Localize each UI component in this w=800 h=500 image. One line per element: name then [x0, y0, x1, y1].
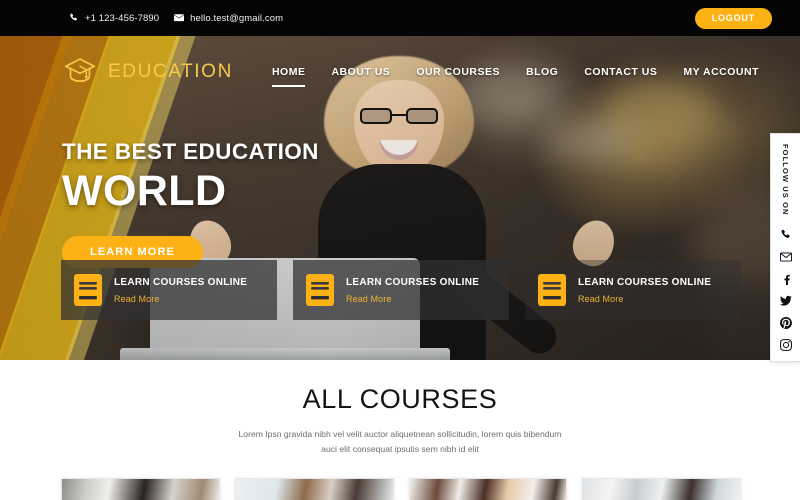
- course-card-image: [409, 479, 567, 500]
- phone-icon[interactable]: [779, 229, 792, 242]
- nav-item-about-us[interactable]: ABOUT US: [318, 66, 403, 78]
- section-subtitle: Lorem Ipsn gravida nibh vel velit auctor…: [238, 429, 562, 455]
- nav-item-contact-us[interactable]: CONTACT US: [571, 66, 670, 78]
- hero-headline-main: WORLD: [62, 166, 227, 215]
- nav-item-home[interactable]: HOME: [259, 66, 319, 87]
- course-card-image: [62, 479, 219, 500]
- follow-us-rail: FOLLOW US ON: [770, 133, 800, 362]
- book-icon: [305, 273, 335, 307]
- envelope-icon: [173, 13, 184, 24]
- topbar-phone[interactable]: +1 123-456-7890: [68, 13, 159, 24]
- site-header: EDUCATION HOME ABOUT US OUR COURSES BLOG…: [0, 36, 800, 104]
- course-card[interactable]: [234, 478, 394, 500]
- main-navigation: HOME ABOUT US OUR COURSES BLOG CONTACT U…: [259, 66, 772, 87]
- course-card[interactable]: [408, 478, 568, 500]
- logo-text: EDUCATION: [108, 60, 233, 82]
- feature-card-read-more[interactable]: Read More: [114, 294, 247, 304]
- book-icon: [537, 273, 567, 307]
- section-title: ALL COURSES: [302, 384, 498, 414]
- facebook-icon[interactable]: [779, 273, 792, 286]
- hero-headline-top: THE BEST EDUCATION: [62, 139, 319, 164]
- phone-icon: [68, 13, 79, 24]
- page-root: +1 123-456-7890 hello.test@gmail.com LOG…: [0, 0, 800, 500]
- course-card-grid: [61, 478, 741, 500]
- feature-card[interactable]: LEARN COURSES ONLINE Read More: [61, 260, 277, 320]
- hero-banner: EDUCATION HOME ABOUT US OUR COURSES BLOG…: [0, 36, 800, 360]
- topbar-email[interactable]: hello.test@gmail.com: [173, 13, 283, 24]
- pinterest-icon[interactable]: [779, 317, 792, 330]
- book-icon: [73, 273, 103, 307]
- course-card[interactable]: [61, 478, 220, 500]
- graduation-cap-icon: [62, 56, 98, 86]
- instagram-icon[interactable]: [779, 339, 792, 352]
- course-card-image: [583, 479, 740, 500]
- envelope-icon[interactable]: [779, 251, 792, 264]
- logout-button[interactable]: LOGOUT: [694, 8, 772, 29]
- feature-card[interactable]: LEARN COURSES ONLINE Read More: [293, 260, 509, 320]
- topbar-email-text: hello.test@gmail.com: [190, 12, 284, 24]
- course-card-image: [235, 479, 393, 500]
- nav-item-our-courses[interactable]: OUR COURSES: [403, 66, 513, 78]
- nav-item-my-account[interactable]: MY ACCOUNT: [670, 66, 772, 78]
- top-bar: +1 123-456-7890 hello.test@gmail.com LOG…: [0, 0, 800, 36]
- all-courses-section: ALL COURSES Lorem Ipsn gravida nibh vel …: [0, 360, 800, 500]
- hero-feature-cards: LEARN COURSES ONLINE Read More LEARN COU…: [61, 260, 741, 320]
- feature-card-title: LEARN COURSES ONLINE: [346, 276, 480, 288]
- hero-content: THE BEST EDUCATION WORLD LEARN MORE: [62, 139, 319, 268]
- twitter-icon[interactable]: [779, 295, 792, 308]
- feature-card-title: LEARN COURSES ONLINE: [578, 276, 712, 288]
- feature-card[interactable]: LEARN COURSES ONLINE Read More: [525, 260, 741, 320]
- feature-card-title: LEARN COURSES ONLINE: [114, 276, 248, 288]
- course-card[interactable]: [582, 478, 741, 500]
- follow-us-label: FOLLOW US ON: [781, 144, 790, 216]
- topbar-phone-text: +1 123-456-7890: [85, 12, 160, 24]
- feature-card-read-more[interactable]: Read More: [346, 294, 479, 304]
- nav-item-blog[interactable]: BLOG: [513, 66, 571, 78]
- feature-card-read-more[interactable]: Read More: [578, 294, 711, 304]
- topbar-contact-group: +1 123-456-7890 hello.test@gmail.com: [68, 13, 283, 24]
- site-logo[interactable]: EDUCATION: [62, 56, 233, 86]
